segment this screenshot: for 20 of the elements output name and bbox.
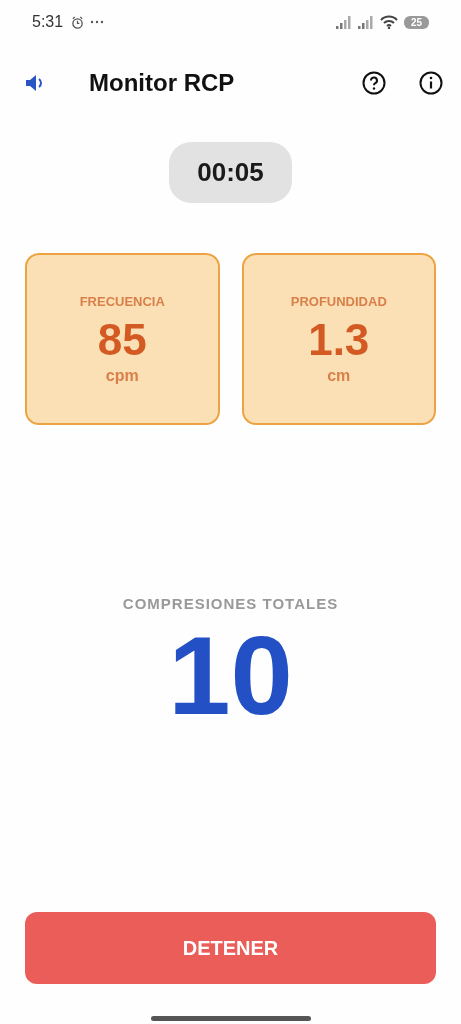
signal-icon bbox=[357, 15, 374, 29]
app-title: Monitor RCP bbox=[89, 69, 235, 97]
metric-label: FRECUENCIA bbox=[79, 293, 165, 309]
signal-icon bbox=[335, 15, 352, 29]
stop-button[interactable]: DETENER bbox=[25, 912, 436, 984]
metric-value: 85 bbox=[97, 314, 147, 365]
battery-indicator: 25 bbox=[403, 15, 429, 29]
status-time: 5:31 bbox=[32, 13, 64, 31]
metric-label: PROFUNDIDAD bbox=[290, 293, 387, 309]
help-icon[interactable] bbox=[362, 71, 386, 95]
more-icon bbox=[90, 20, 105, 24]
total-label: COMPRESIONES TOTALES bbox=[122, 595, 339, 612]
metric-unit: cm bbox=[327, 366, 351, 385]
alarm-icon bbox=[71, 15, 85, 29]
metric-value: 1.3 bbox=[308, 314, 370, 365]
metric-unit: cpm bbox=[105, 366, 139, 385]
info-icon[interactable] bbox=[419, 71, 443, 95]
timer-display: 00:05 bbox=[169, 142, 292, 203]
wifi-icon bbox=[379, 15, 398, 29]
total-count: 10 bbox=[168, 620, 293, 732]
